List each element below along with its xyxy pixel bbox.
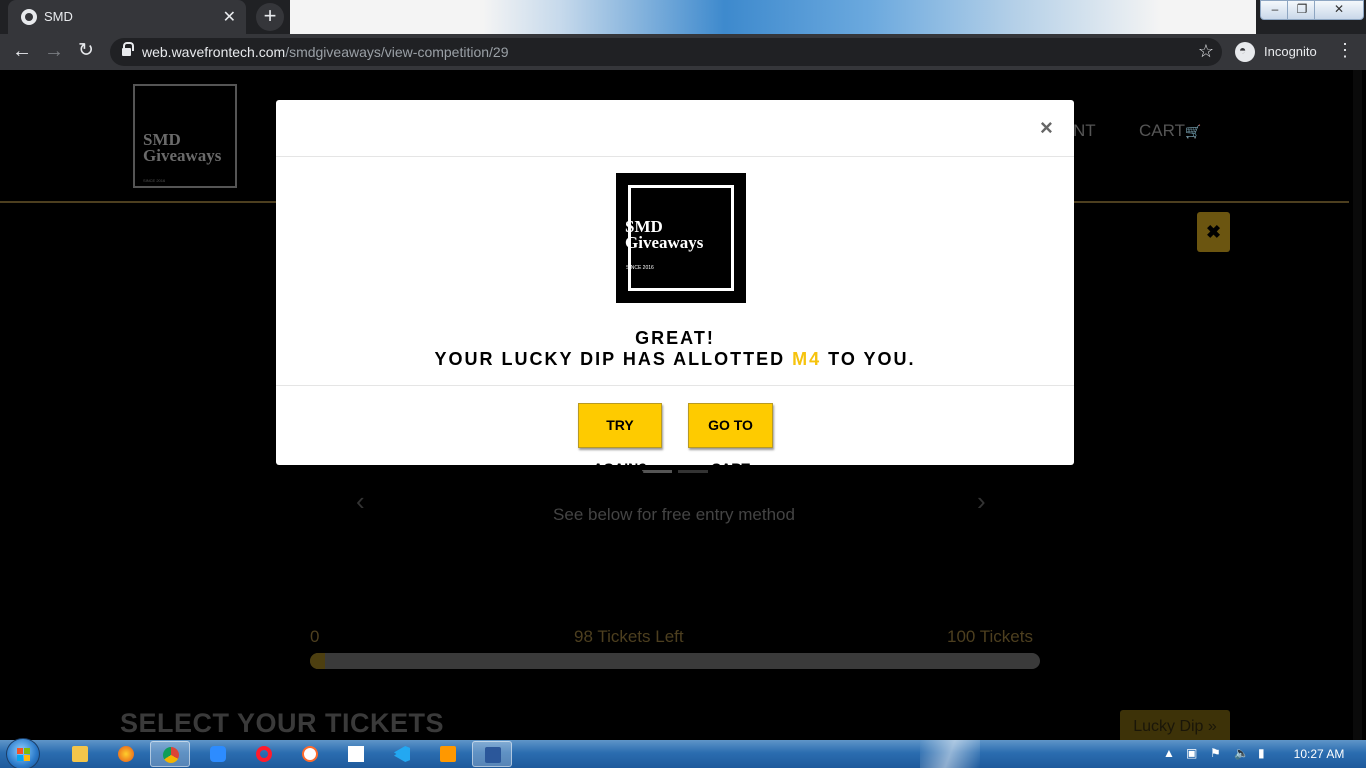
carousel-next-icon[interactable]: ›: [977, 486, 986, 517]
taskbar-explorer[interactable]: [60, 741, 100, 767]
lock-icon: [122, 42, 134, 57]
modal-logo-giveaways: Giveaways: [625, 233, 704, 252]
allotted-ticket: M4: [792, 349, 822, 369]
new-tab-button[interactable]: +: [256, 3, 284, 31]
modal-logo-since: SINCE 2016: [626, 265, 654, 271]
taskbar-app-orange[interactable]: [290, 741, 330, 767]
nav-item-partial[interactable]: NT: [1073, 121, 1096, 141]
taskbar-notepad[interactable]: [336, 741, 376, 767]
section-title: SELECT YOUR TICKETS: [120, 708, 445, 738]
lucky-dip-button[interactable]: Lucky Dip »: [1120, 710, 1230, 740]
windows-taskbar: ▲ ▣ ⚑ 🔈 ▮ 10:27 AM: [0, 738, 1366, 768]
desktop-background: [290, 0, 1256, 34]
browser-tab-strip: SMD ✕ + – ❐ ✕: [0, 0, 1366, 34]
go-to-cart-button[interactable]: GO TO CART: [688, 403, 773, 476]
chrome-icon: [163, 747, 179, 763]
globe-icon: [21, 9, 37, 25]
taskbar-clock[interactable]: 10:27 AM: [1284, 747, 1354, 761]
window-restore-button[interactable]: ❐: [1287, 0, 1317, 20]
carousel-indicator-2[interactable]: [678, 470, 708, 473]
tray-overflow-icon[interactable]: ▲: [1163, 746, 1175, 760]
modal-close-button[interactable]: ×: [1040, 115, 1053, 141]
document-icon: [348, 746, 364, 762]
tab-title: SMD: [44, 9, 73, 24]
try-again-button[interactable]: TRY AGAIN?: [578, 403, 662, 476]
start-button[interactable]: [6, 738, 40, 768]
taskbar-opera[interactable]: [244, 741, 284, 767]
tab-close-icon[interactable]: ✕: [223, 7, 236, 27]
logo-text-giveaways: Giveaways: [143, 146, 222, 165]
taskbar-chrome[interactable]: [150, 741, 190, 767]
word-icon: [485, 747, 501, 763]
firefox-icon: [118, 746, 134, 762]
network-icon[interactable]: ▮: [1258, 746, 1265, 760]
tray-action-center-icon[interactable]: ⚑: [1210, 746, 1221, 760]
window-close-button[interactable]: ✕: [1314, 0, 1364, 20]
taskbar-zoom[interactable]: [198, 741, 238, 767]
modal-heading: GREAT!: [635, 328, 715, 348]
volume-icon[interactable]: 🔈: [1234, 746, 1249, 760]
taskbar-sublime[interactable]: [428, 741, 468, 767]
logo-since: SINCE 2016: [143, 178, 166, 183]
progress-min-label: 0: [310, 627, 320, 646]
tray-network-status-icon[interactable]: ▣: [1186, 746, 1197, 760]
modal-header-divider: [276, 156, 1074, 157]
incognito-label: Incognito: [1264, 44, 1317, 59]
url-text[interactable]: web.wavefrontech.com/smdgiveaways/view-c…: [142, 44, 509, 60]
browser-tab[interactable]: SMD ✕: [8, 0, 246, 34]
forward-arrow-icon[interactable]: →: [42, 40, 66, 64]
carousel-prev-icon[interactable]: ‹: [356, 486, 365, 517]
nav-item-cart[interactable]: CART🛒: [1139, 121, 1201, 141]
zoom-icon: [210, 746, 226, 762]
progress-fill: [310, 653, 325, 669]
modal-message: YOUR LUCKY DIP HAS ALLOTTED M4 TO YOU.: [276, 349, 1074, 370]
progress-max-label: 100 Tickets: [947, 627, 1033, 646]
sublime-icon: [440, 746, 456, 762]
tickets-left-label: 98 Tickets Left: [574, 627, 684, 646]
page-scrollbar[interactable]: [1349, 70, 1366, 740]
opera-icon: [256, 746, 272, 762]
folder-icon: [72, 746, 88, 762]
address-bar[interactable]: web.wavefrontech.com/smdgiveaways/view-c…: [110, 38, 1222, 66]
windows-logo-icon: [17, 748, 31, 761]
message-prefix: YOUR LUCKY DIP HAS ALLOTTED: [434, 349, 793, 369]
back-arrow-icon[interactable]: ←: [10, 40, 34, 64]
taskbar-word[interactable]: [472, 741, 512, 767]
window-minimize-button[interactable]: –: [1260, 0, 1290, 20]
nav-cart-label: CART: [1139, 121, 1185, 140]
lucky-dip-modal: × SMD Giveaways SINCE 2016 GREAT! YOUR LU…: [276, 100, 1074, 476]
modal-footer-divider: [276, 385, 1074, 386]
close-icon[interactable]: ✖: [1197, 212, 1230, 252]
incognito-icon: [1235, 42, 1255, 62]
browser-menu-icon[interactable]: ⋮: [1336, 40, 1354, 61]
taskbar-vscode[interactable]: [382, 741, 422, 767]
site-logo[interactable]: SMD Giveaways SINCE 2016: [133, 84, 237, 188]
message-suffix: TO YOU.: [821, 349, 916, 369]
bookmark-star-icon[interactable]: ☆: [1198, 41, 1214, 62]
carousel-caption: See below for free entry method: [553, 505, 795, 524]
reload-icon[interactable]: ↻: [74, 40, 98, 64]
cart-icon: 🛒: [1184, 124, 1202, 139]
vscode-icon: [394, 746, 410, 762]
app-icon: [302, 746, 318, 762]
tickets-progress-bar: [310, 653, 1040, 669]
modal-logo: SMD Giveaways SINCE 2016: [616, 173, 746, 303]
browser-toolbar: ← → ↻ web.wavefrontech.com/smdgiveaways/…: [0, 34, 1366, 70]
taskbar-firefox[interactable]: [106, 741, 146, 767]
